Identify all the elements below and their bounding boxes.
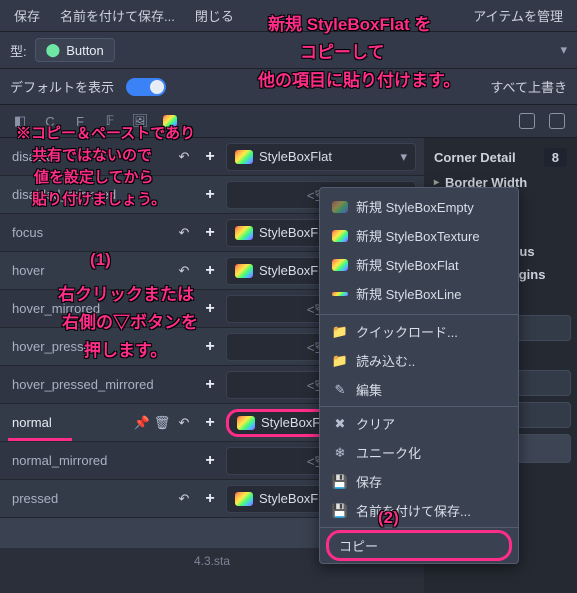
prop-pressed: pressed	[8, 491, 174, 506]
chevron-down-icon[interactable]: ▾	[560, 42, 567, 58]
menu-copy[interactable]: コピー	[326, 530, 512, 561]
add-button[interactable]: +	[200, 299, 220, 319]
filter-font-icon[interactable]: F	[70, 111, 90, 131]
unique-icon: ❄	[332, 445, 348, 461]
menu-clear[interactable]: ✖クリア	[320, 409, 518, 438]
slot-disabled[interactable]: StyleBoxFlat ▾	[226, 143, 416, 171]
add-button[interactable]: +	[200, 147, 220, 167]
stylebox-icon	[237, 416, 255, 430]
add-button[interactable]: +	[200, 489, 220, 509]
menu-edit[interactable]: ✎編集	[320, 375, 518, 404]
folder-icon: 📁	[332, 324, 348, 340]
filter-const-icon[interactable]: C	[40, 111, 60, 131]
menu-load[interactable]: 📁読み込む..	[320, 346, 518, 375]
filter-color-icon[interactable]: ◧	[10, 111, 30, 131]
corner-detail-value[interactable]: 8	[544, 148, 567, 167]
prop-normal: normal	[8, 415, 134, 430]
menu-new-styleboxflat[interactable]: 新規 StyleBoxFlat	[320, 250, 518, 279]
prop-hover-mirrored: hover_mirrored	[8, 301, 200, 316]
prop-hover-pressed-mirrored: hover_pressed_mirrored	[8, 377, 200, 392]
trash-icon[interactable]: 🗑	[154, 415, 170, 431]
corner-detail-row[interactable]: Corner Detail 8	[424, 144, 577, 171]
filter-image-icon[interactable]: 🖼	[130, 111, 150, 131]
stylebox-icon	[235, 492, 253, 506]
filter-icon-row: ◧ C F 𝔽 🖼	[0, 105, 577, 138]
menu-quickload[interactable]: 📁クイックロード...	[320, 317, 518, 346]
defaults-row: デフォルトを表示 すべて上書き	[0, 69, 577, 105]
menu-unique[interactable]: ❄ユニーク化	[320, 438, 518, 467]
prop-focus: focus	[8, 225, 174, 240]
main-toolbar: 保存 名前を付けて保存... 閉じる アイテムを管理	[0, 0, 577, 32]
add-button[interactable]: +	[200, 337, 220, 357]
type-row: 型: ⬤ Button ▾	[0, 32, 577, 69]
tool-icon-b[interactable]	[547, 111, 567, 131]
type-value: Button	[66, 43, 104, 58]
menu-save[interactable]: 💾保存	[320, 467, 518, 496]
revert-icon[interactable]: ↶	[174, 223, 194, 243]
menu-new-styleboxempty[interactable]: 新規 StyleBoxEmpty	[320, 192, 518, 221]
prop-hover-pressed: hover_pressed	[8, 339, 200, 354]
menu-saveas[interactable]: 💾名前を付けて保存...	[320, 496, 518, 525]
pencil-icon: ✎	[332, 382, 348, 398]
revert-icon[interactable]: ↶	[174, 413, 194, 433]
add-button[interactable]: +	[200, 375, 220, 395]
prop-disabled-mirrored: disabled_mirrored	[8, 187, 200, 202]
menu-new-styleboxtexture[interactable]: 新規 StyleBoxTexture	[320, 221, 518, 250]
highlight-underline	[8, 438, 72, 441]
menu-new-styleboxline[interactable]: 新規 StyleBoxLine	[320, 279, 518, 308]
prop-disabled: disabled	[8, 149, 174, 164]
tool-icon-a[interactable]	[517, 111, 537, 131]
pin-icon[interactable]: 📌	[134, 415, 150, 431]
stylebox-icon	[235, 226, 253, 240]
save-icon: 💾	[332, 503, 348, 519]
saveas-button[interactable]: 名前を付けて保存...	[54, 4, 181, 27]
add-button[interactable]: +	[200, 223, 220, 243]
add-button[interactable]: +	[200, 261, 220, 281]
clear-icon: ✖	[332, 416, 348, 432]
chevron-down-icon[interactable]: ▾	[400, 149, 407, 165]
revert-icon[interactable]: ↶	[174, 261, 194, 281]
save-button[interactable]: 保存	[8, 4, 46, 27]
folder-icon: 📁	[332, 353, 348, 369]
type-select[interactable]: ⬤ Button	[35, 38, 115, 62]
add-button[interactable]: +	[200, 413, 220, 433]
prop-normal-mirrored: normal_mirrored	[8, 453, 200, 468]
prop-hover: hover	[8, 263, 174, 278]
show-defaults-label: デフォルトを表示	[10, 77, 114, 96]
filter-stylebox-icon[interactable]	[160, 111, 180, 131]
filter-fontsize-icon[interactable]: 𝔽	[100, 111, 120, 131]
add-button[interactable]: +	[200, 185, 220, 205]
revert-icon[interactable]: ↶	[174, 489, 194, 509]
save-icon: 💾	[332, 474, 348, 490]
add-button[interactable]: +	[200, 451, 220, 471]
stylebox-icon	[235, 150, 253, 164]
resource-context-menu: 新規 StyleBoxEmpty 新規 StyleBoxTexture 新規 S…	[319, 187, 519, 564]
overwrite-all-button[interactable]: すべて上書き	[490, 77, 567, 96]
stylebox-icon	[235, 264, 253, 278]
show-defaults-toggle[interactable]	[126, 78, 166, 96]
close-button[interactable]: 閉じる	[189, 4, 240, 27]
manage-items-button[interactable]: アイテムを管理	[467, 4, 569, 27]
type-label: 型:	[10, 41, 27, 60]
revert-icon[interactable]: ↶	[174, 147, 194, 167]
